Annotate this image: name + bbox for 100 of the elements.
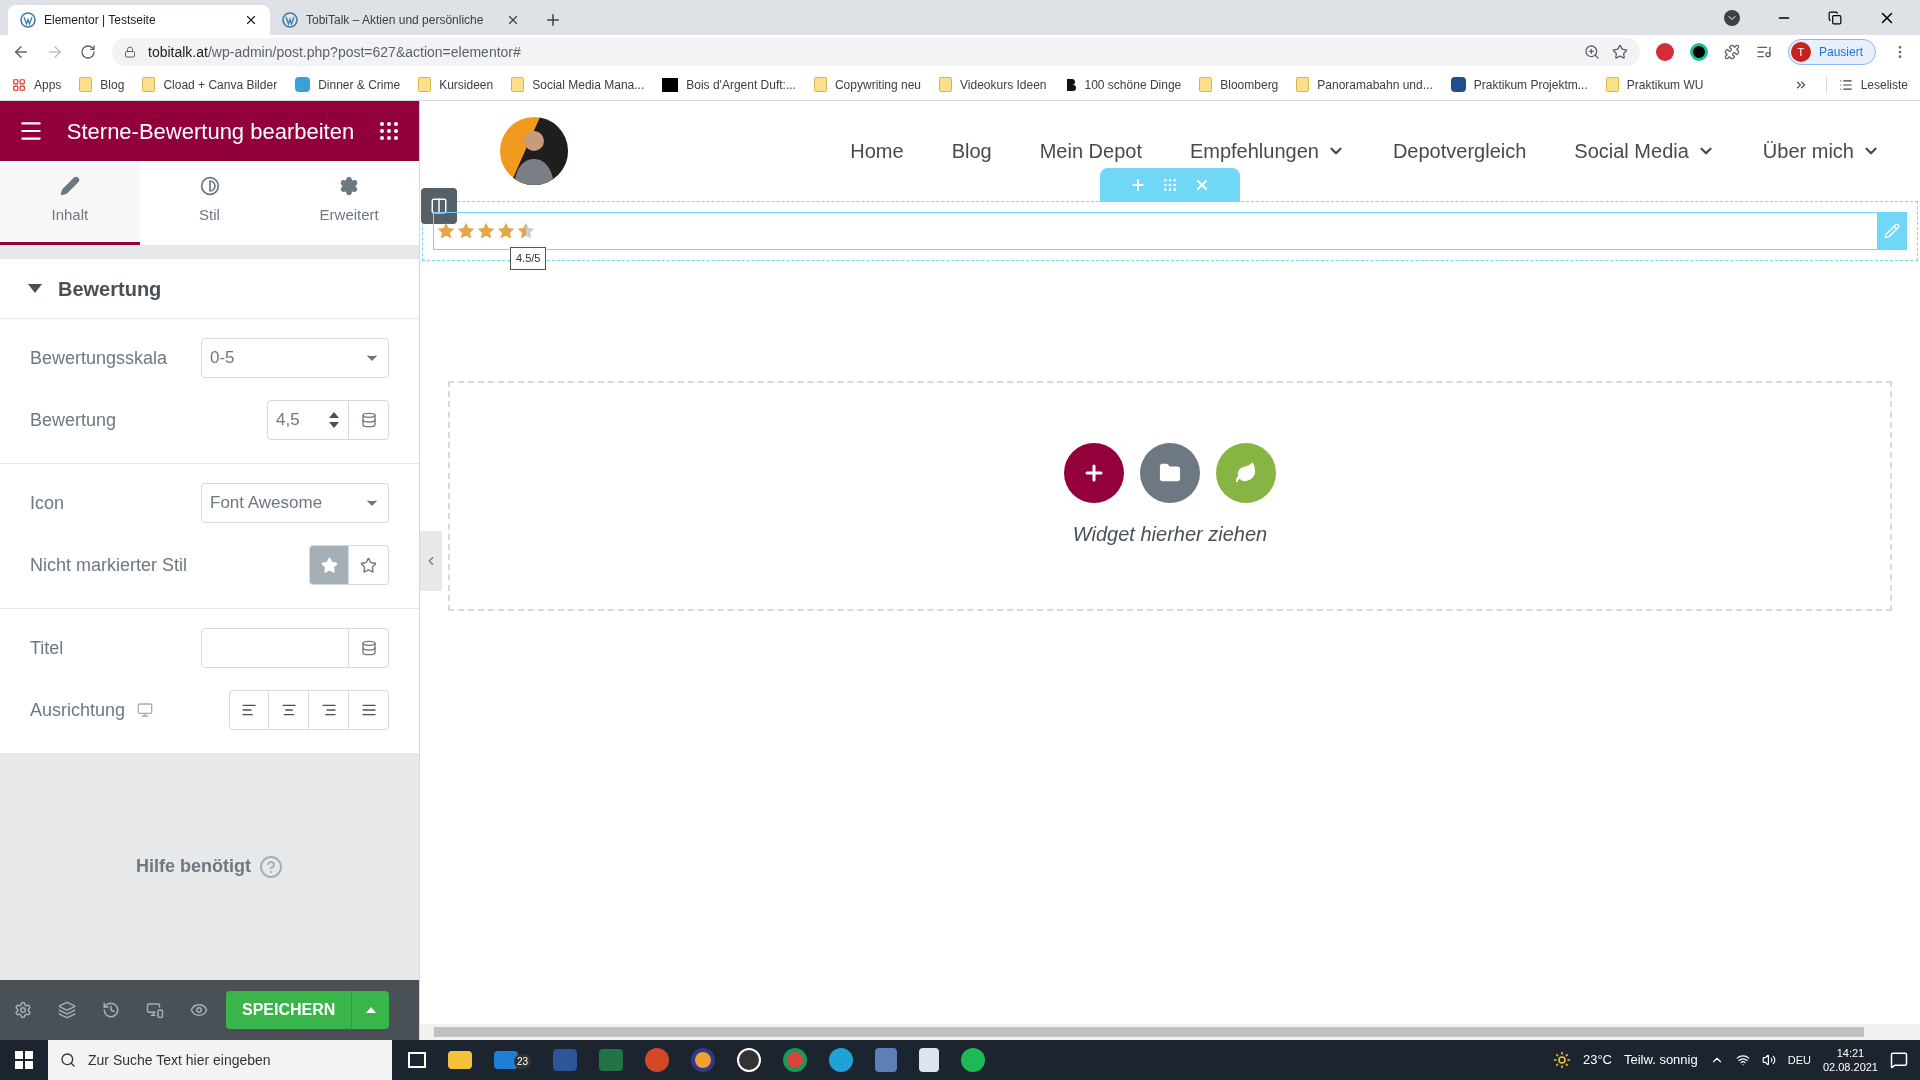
bookmark-item[interactable]: Bois d'Argent Duft:... (662, 75, 796, 94)
section-header[interactable]: Bewertung (0, 259, 419, 319)
language-indicator[interactable]: DEU (1787, 1051, 1811, 1069)
alignment-button[interactable] (269, 690, 309, 730)
profile-label: Pausiert (1818, 44, 1863, 61)
close-icon[interactable] (506, 13, 520, 27)
pencil-icon (59, 176, 80, 197)
bookmark-item[interactable]: Praktikum Projektm... (1450, 75, 1588, 94)
panel-tab[interactable]: Erweitert (279, 161, 419, 245)
save-options-button[interactable] (351, 991, 390, 1029)
folder-app-icon[interactable] (448, 1051, 472, 1069)
excel-app-icon[interactable] (599, 1049, 624, 1071)
chrome-app-icon[interactable] (783, 1048, 808, 1072)
task-view-icon[interactable] (408, 1052, 426, 1068)
nav-link[interactable]: Mein Depot (1039, 136, 1142, 166)
bookmark-item[interactable]: 100 schöne Dinge (1064, 75, 1182, 94)
tab-search-icon[interactable] (1724, 9, 1740, 26)
bookmark-item[interactable]: Praktikum WU (1605, 75, 1704, 94)
bookmark-item[interactable]: Apps (12, 75, 62, 94)
nav-link[interactable]: Social Media (1574, 136, 1689, 166)
adblock-icon[interactable] (1655, 43, 1674, 61)
style-option-button[interactable] (349, 545, 389, 585)
nav-link[interactable]: Depotvergleich (1392, 136, 1527, 166)
bookmark-item[interactable]: Videokurs Ideen (939, 75, 1047, 94)
preview-icon[interactable] (190, 1001, 208, 1019)
rating-number-input[interactable]: 4,5 (267, 400, 349, 440)
nav-link[interactable]: Blog (951, 136, 992, 166)
bookmark-item[interactable]: Dinner & Crime (295, 75, 401, 94)
add-section-button[interactable] (1064, 443, 1124, 503)
nav-link[interactable]: Home (850, 136, 904, 166)
help-link[interactable]: Hilfe benötigt (136, 853, 283, 880)
settings-icon[interactable] (14, 1001, 32, 1019)
nav-link[interactable]: Über mich (1762, 136, 1854, 166)
rating-star (476, 221, 496, 241)
dynamic-tags-button[interactable] (349, 400, 389, 440)
volume-icon[interactable] (1761, 1053, 1776, 1067)
bookmark-item[interactable]: Copywriting neu (813, 75, 921, 94)
history-icon[interactable] (102, 1001, 120, 1019)
panel-tab[interactable]: Inhalt (0, 161, 140, 245)
mail-app-icon[interactable] (494, 1051, 518, 1069)
taskbar-search-field[interactable]: Zur Suche Text hier eingeben (48, 1040, 392, 1080)
bookmark-item[interactable]: Bloomberg (1199, 75, 1279, 94)
bookmark-item[interactable]: Blog (79, 75, 125, 94)
alignment-button[interactable] (309, 690, 349, 730)
media-icon[interactable] (1755, 44, 1772, 60)
bookmark-item[interactable]: Kursideen (418, 75, 494, 94)
notifications-icon[interactable] (1890, 1051, 1908, 1069)
panel-collapse-handle[interactable] (420, 531, 442, 591)
clock-date[interactable]: 02.08.2021 (1822, 1060, 1878, 1074)
scale-select[interactable]: 0-5 (201, 338, 389, 378)
reload-icon[interactable] (80, 44, 96, 60)
columns-icon (430, 197, 448, 215)
window-app-icon[interactable] (875, 1048, 898, 1072)
weather-icon[interactable] (1552, 1051, 1571, 1069)
bookmark-item[interactable]: Cload + Canva Bilder (142, 75, 278, 94)
address-bar[interactable]: tobitalk.at/wp-admin/post.php?post=627&action=elementor# (112, 38, 1640, 66)
alignment-button[interactable] (229, 690, 269, 730)
folder-icon (1159, 462, 1181, 484)
title-input[interactable] (201, 628, 349, 668)
horizontal-scrollbar[interactable] (420, 1024, 1920, 1040)
nav-link[interactable]: Empfehlungen (1189, 136, 1319, 166)
apps-grid-icon[interactable] (377, 119, 401, 143)
rating-star (436, 221, 456, 241)
reading-list-button[interactable]: Leseliste (1825, 75, 1908, 94)
panel-tab[interactable]: Stil (139, 161, 280, 245)
folder-icon (813, 77, 827, 92)
align-left-icon (241, 702, 257, 718)
document-app-icon[interactable] (919, 1048, 940, 1072)
layers-icon[interactable] (58, 1001, 76, 1019)
column-handle[interactable] (421, 188, 457, 224)
close-icon[interactable] (244, 13, 258, 27)
help-icon (259, 854, 283, 879)
app-icon[interactable] (691, 1048, 716, 1072)
edge-app-icon[interactable] (829, 1048, 854, 1072)
alignment-button[interactable] (349, 690, 389, 730)
restore-icon[interactable] (1828, 10, 1842, 25)
spinner-icon[interactable] (328, 411, 340, 429)
powerpoint-app-icon[interactable] (645, 1048, 670, 1072)
bookmark-item[interactable]: Panoramabahn und... (1296, 75, 1433, 94)
jd-logo-icon (295, 77, 311, 92)
extensions-icon[interactable] (1723, 44, 1740, 60)
new-tab-icon[interactable] (544, 11, 562, 29)
clock-time[interactable]: 14:21 (1836, 1046, 1865, 1060)
bookmark-star-icon[interactable] (1611, 44, 1628, 60)
icon-select[interactable]: Font Awesome (201, 483, 389, 523)
template-button[interactable] (1140, 443, 1200, 503)
bookmark-item[interactable]: Social Media Mana... (511, 75, 645, 94)
zoom-icon[interactable] (1583, 44, 1600, 60)
folder-icon (1605, 77, 1619, 92)
align-center-icon (280, 702, 297, 718)
browser-tab[interactable]: Elementor | Testseite (8, 5, 270, 35)
browser-tab[interactable]: TobiTalk – Aktien und persönliche (270, 5, 532, 35)
circle-app-icon[interactable] (737, 1048, 762, 1072)
profile-button[interactable]: T Pausiert (1787, 39, 1876, 65)
back-icon[interactable] (12, 43, 30, 61)
spotify-app-icon[interactable] (961, 1048, 986, 1072)
caret-up-icon (365, 1007, 376, 1013)
dynamic-tags-button[interactable] (349, 628, 389, 668)
responsive-icon[interactable] (146, 1001, 164, 1019)
wifi-icon[interactable] (1735, 1053, 1750, 1067)
